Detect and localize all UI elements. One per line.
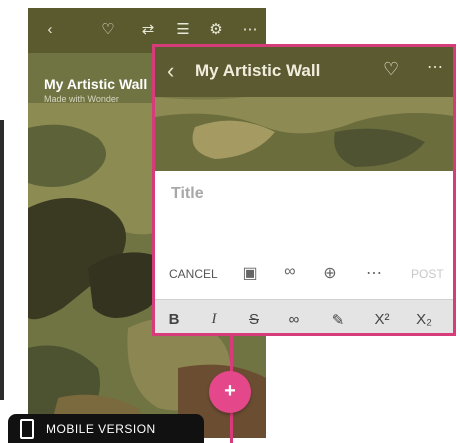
adjacent-panel-edge bbox=[0, 120, 4, 400]
card-camo-art bbox=[155, 97, 453, 171]
editor-action-row: CANCEL ▣ ∞ ⊕ ⋯ POST bbox=[155, 259, 453, 289]
more-icon[interactable]: ⋯ bbox=[363, 263, 385, 283]
title-input[interactable]: Title bbox=[171, 185, 204, 203]
subscript-button[interactable]: X₂ bbox=[413, 311, 435, 328]
image-icon[interactable]: ▣ bbox=[239, 263, 261, 283]
more-icon[interactable]: ⋯ bbox=[427, 57, 444, 77]
cancel-button[interactable]: CANCEL bbox=[169, 267, 218, 281]
italic-button[interactable]: I bbox=[203, 311, 225, 328]
repeat-icon[interactable]: ⇄ bbox=[138, 21, 158, 39]
people-icon[interactable]: ☰ bbox=[173, 21, 193, 39]
zoom-icon[interactable]: ⊕ bbox=[319, 263, 341, 283]
card-header: ‹ My Artistic Wall ♡ ⋯ bbox=[155, 47, 453, 97]
back-icon[interactable]: ‹ bbox=[40, 21, 60, 39]
card-title: My Artistic Wall bbox=[195, 61, 321, 80]
link-icon[interactable]: ∞ bbox=[283, 311, 305, 328]
card-camo-background bbox=[155, 97, 453, 171]
strikethrough-button[interactable]: S bbox=[243, 311, 265, 328]
wall-title: My Artistic Wall bbox=[44, 76, 148, 92]
pen-icon[interactable]: ✎ bbox=[327, 311, 349, 329]
heart-icon[interactable]: ♡ bbox=[98, 21, 118, 39]
gear-icon[interactable]: ⚙ bbox=[206, 21, 226, 39]
mobile-version-badge: MOBILE VERSION bbox=[8, 414, 204, 443]
add-button[interactable]: + bbox=[209, 371, 251, 413]
more-icon[interactable]: ⋯ bbox=[240, 21, 260, 39]
post-button[interactable]: POST bbox=[411, 267, 444, 281]
badge-label: MOBILE VERSION bbox=[46, 422, 156, 436]
bold-button[interactable]: B bbox=[163, 311, 185, 328]
link-icon[interactable]: ∞ bbox=[279, 263, 301, 281]
editor-card: ‹ My Artistic Wall ♡ ⋯ Title CANCEL ▣ ∞ … bbox=[152, 44, 456, 336]
superscript-button[interactable]: X² bbox=[371, 311, 393, 328]
phone-icon bbox=[20, 419, 34, 439]
heart-icon[interactable]: ♡ bbox=[383, 59, 399, 80]
format-toolbar: B I S ∞ ✎ X² X₂ bbox=[155, 299, 453, 333]
back-icon[interactable]: ‹ bbox=[167, 59, 174, 83]
wall-subtitle: Made with Wonder bbox=[44, 94, 119, 104]
